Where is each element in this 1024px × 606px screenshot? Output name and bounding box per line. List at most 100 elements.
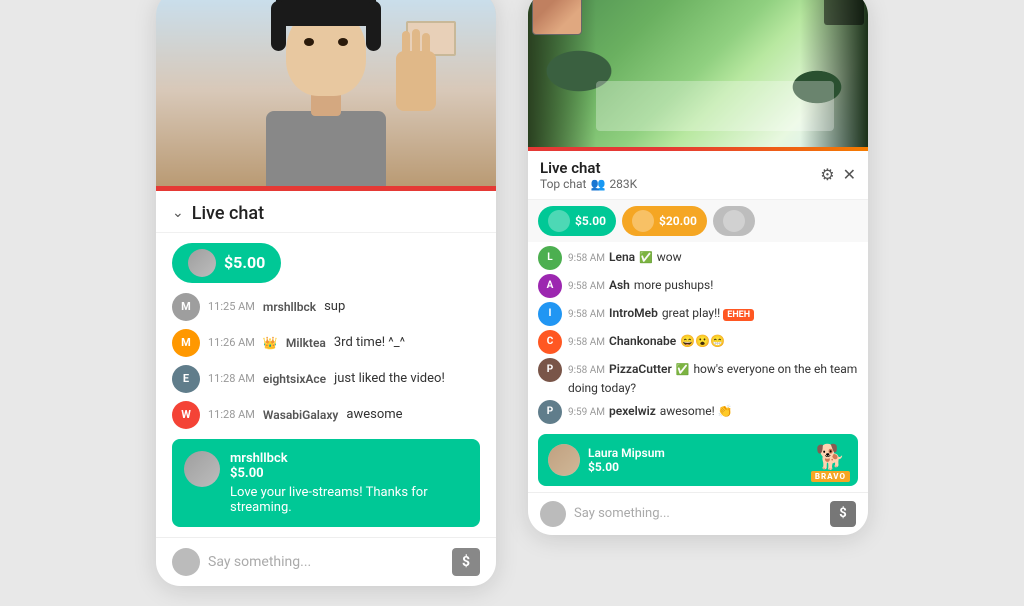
- sc-card-message: Love your live-streams! Thanks for strea…: [230, 485, 468, 515]
- sc-avatar: [548, 444, 580, 476]
- message-username: IntroMeb: [609, 306, 658, 320]
- chat-section: ⌄ Live chat $5.00 M 11:25 AM mrshllbck s…: [156, 191, 496, 586]
- message-text: awesome! 👏: [660, 404, 733, 418]
- message-avatar: W: [172, 401, 200, 429]
- super-chat-button[interactable]: $: [452, 548, 480, 576]
- close-icon[interactable]: ✕: [843, 165, 856, 184]
- right-messages-list: L 9:58 AM Lena ✅ wow A 9:58 AM Ash more …: [528, 242, 868, 428]
- message-avatar: I: [538, 302, 562, 326]
- message-text: more pushups!: [634, 278, 713, 292]
- live-chat-header: ⌄ Live chat: [156, 191, 496, 233]
- sc-amount: $5.00: [588, 460, 848, 474]
- verified-badge: ✅: [676, 363, 690, 376]
- left-video-thumbnail: [156, 0, 496, 191]
- input-avatar: [540, 501, 566, 527]
- message-avatar: A: [538, 274, 562, 298]
- viewer-count: 283K: [609, 177, 637, 191]
- right-chat-message: P 9:59 AM pexelwiz awesome! 👏: [538, 400, 858, 424]
- right-super-chat-card: Laura Mipsum $5.00 🐕 BRAVO: [538, 434, 858, 486]
- message-text: wow: [657, 250, 682, 264]
- right-chat-message: A 9:58 AM Ash more pushups!: [538, 274, 858, 298]
- message-text: awesome: [346, 407, 402, 422]
- chip-avatar: [723, 210, 745, 232]
- filter-icon[interactable]: ⚙: [820, 165, 834, 184]
- message-avatar: P: [538, 400, 562, 424]
- say-something-placeholder[interactable]: Say something...: [208, 554, 444, 570]
- right-chat-message: I 9:58 AM IntroMeb great play!! EHEH: [538, 302, 858, 326]
- sc-username: Laura Mipsum: [588, 446, 848, 460]
- message-time: 9:58 AM: [568, 253, 605, 264]
- top-super-chat-chip[interactable]: $5.00: [172, 243, 281, 283]
- message-content: 9:58 AM Ash more pushups!: [568, 274, 858, 293]
- super-chat-chips-bar: $5.00 $20.00: [528, 200, 868, 242]
- message-time: 9:58 AM: [568, 365, 605, 376]
- message-content: 9:59 AM pexelwiz awesome! 👏: [568, 400, 858, 419]
- live-chat-title: Live chat: [192, 203, 264, 224]
- right-phone-card: Live chat Top chat 👥 283K ⚙ ✕ $5.00: [528, 0, 868, 535]
- streamer-face: [156, 0, 496, 191]
- video-progress-bar: [156, 186, 496, 191]
- left-phone-card: ⌄ Live chat $5.00 M 11:25 AM mrshllbck s…: [156, 0, 496, 586]
- app-container: ⌄ Live chat $5.00 M 11:25 AM mrshllbck s…: [136, 0, 888, 606]
- message-username: Lena: [609, 250, 635, 264]
- sc-card-avatar: [184, 451, 220, 487]
- message-avatar: L: [538, 246, 562, 270]
- input-avatar: [172, 548, 200, 576]
- super-chat-amount: $5.00: [224, 253, 265, 272]
- message-time: 9:58 AM: [568, 281, 605, 292]
- chip-amount: $20.00: [659, 214, 697, 228]
- message-time: 11:28 AM: [208, 372, 255, 385]
- video-progress-bar: [528, 147, 868, 151]
- header-icons: ⚙ ✕: [820, 165, 856, 184]
- sc-info: Laura Mipsum $5.00: [588, 446, 848, 474]
- message-content: 9:58 AM PizzaCutter ✅ how's everyone on …: [568, 358, 858, 396]
- super-chat-chip[interactable]: $20.00: [622, 206, 707, 236]
- message-time: 11:26 AM: [208, 336, 255, 349]
- chip-avatar: [548, 210, 570, 232]
- message-time: 9:58 AM: [568, 309, 605, 320]
- super-chat-chip[interactable]: $5.00: [538, 206, 616, 236]
- verified-badge: ✅: [639, 251, 653, 264]
- streamer-cam: [532, 0, 582, 35]
- right-chat-message: P 9:58 AM PizzaCutter ✅ how's everyone o…: [538, 358, 858, 396]
- message-content: 9:58 AM IntroMeb great play!! EHEH: [568, 302, 858, 321]
- chat-message: E 11:28 AM eightsixAce just liked the vi…: [172, 365, 480, 393]
- chat-input-bar: Say something... $: [156, 537, 496, 586]
- message-username: PizzaCutter: [609, 362, 672, 376]
- chat-message: W 11:28 AM WasabiGalaxy awesome: [172, 401, 480, 429]
- message-username: Milktea: [286, 336, 326, 350]
- message-username: pexelwiz: [609, 404, 656, 418]
- message-username: WasabiGalaxy: [263, 408, 339, 422]
- viewers-icon: 👥: [590, 177, 605, 191]
- message-content: 9:58 AM Lena ✅ wow: [568, 246, 858, 265]
- chat-message: M 11:25 AM mrshllbck sup: [172, 293, 480, 321]
- sc-card-username: mrshllbck: [230, 451, 468, 466]
- super-chat-avatar: [188, 249, 216, 277]
- right-live-chat-title: Live chat: [540, 159, 812, 177]
- chevron-down-icon[interactable]: ⌄: [172, 205, 184, 221]
- right-chat-header-text: Live chat Top chat 👥 283K: [540, 159, 812, 191]
- right-chat-input-bar: Say something... $: [528, 492, 868, 535]
- message-time: 9:59 AM: [568, 407, 605, 418]
- message-text: just liked the video!: [334, 371, 445, 386]
- message-avatar: E: [172, 365, 200, 393]
- message-time: 11:28 AM: [208, 408, 255, 421]
- message-username: mrshllbck: [263, 300, 316, 314]
- say-something-placeholder[interactable]: Say something...: [574, 506, 822, 521]
- super-chat-button[interactable]: $: [830, 501, 856, 527]
- message-username: eightsixAce: [263, 372, 326, 386]
- message-text: sup: [324, 299, 345, 314]
- chip-amount: $5.00: [575, 214, 606, 228]
- message-text: 3rd time! ^_^: [334, 335, 405, 350]
- bravo-sticker: 🐕 BRAVO: [811, 443, 850, 482]
- right-chat-message: C 9:58 AM Chankonabe 😄😮😁: [538, 330, 858, 354]
- emoji-stickers: 😄😮😁: [680, 334, 725, 348]
- message-avatar: P: [538, 358, 562, 382]
- game-ui-element: [824, 0, 864, 25]
- crown-icon: 👑: [263, 336, 278, 350]
- super-chat-card: mrshllbck $5.00 Love your live-streams! …: [172, 439, 480, 527]
- message-avatar: M: [172, 293, 200, 321]
- message-username: Ash: [609, 278, 630, 292]
- top-chat-label: Top chat 👥 283K: [540, 177, 812, 191]
- super-chat-chip[interactable]: [713, 206, 755, 236]
